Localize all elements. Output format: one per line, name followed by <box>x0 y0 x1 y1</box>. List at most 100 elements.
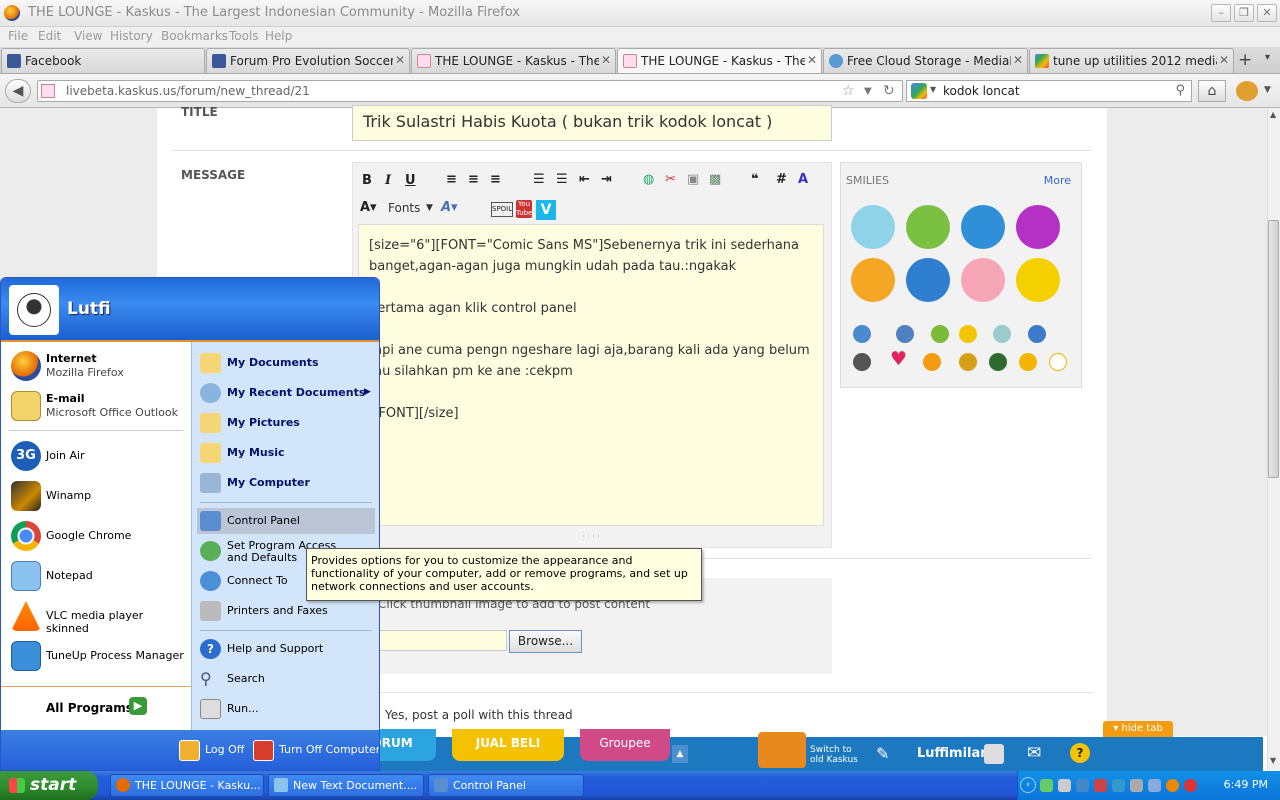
tab-facebook[interactable]: Facebook <box>1 48 205 73</box>
turn-off-button[interactable]: Turn Off Computer <box>253 740 379 761</box>
addon-monkey-icon[interactable] <box>1236 81 1258 101</box>
tab-pes-forum[interactable]: Forum Pro Evolution Soccer 6 ✕ <box>206 48 410 73</box>
tray-icon[interactable] <box>1166 779 1179 792</box>
join-air-item[interactable]: 3G Join Air <box>7 438 187 474</box>
smiley-icon[interactable] <box>851 205 895 249</box>
expand-up-icon[interactable]: ▲ <box>672 745 688 763</box>
resize-handle-icon[interactable]: · · · · <box>582 532 600 541</box>
clear-format-icon[interactable]: A <box>798 172 808 187</box>
font-size-icon[interactable]: A▾ <box>360 200 377 215</box>
code-hash-icon[interactable]: # <box>776 172 787 187</box>
upload-image-icon[interactable]: ▩ <box>709 172 721 187</box>
fonts-dropdown[interactable]: Fonts <box>388 201 420 215</box>
close-button[interactable]: ✕ <box>1257 4 1277 22</box>
align-left-icon[interactable]: ≡ <box>446 172 457 187</box>
smiley-icon[interactable] <box>1016 205 1060 249</box>
tab-tuneup-search[interactable]: tune up utilities 2012 mediafire ... ✕ <box>1029 48 1234 73</box>
control-panel-item[interactable]: Control Panel <box>197 508 375 534</box>
smiley-icon[interactable] <box>906 205 950 249</box>
small-smiley-icon[interactable] <box>896 325 914 343</box>
all-programs-button[interactable]: All Programs ▶ <box>1 686 191 730</box>
tray-icon[interactable] <box>1076 779 1089 792</box>
small-smiley-icon[interactable] <box>959 353 977 371</box>
small-smiley-icon[interactable] <box>1049 353 1067 371</box>
message-textarea[interactable]: [size="6"][FONT="Comic Sans MS"]Sebenern… <box>358 224 824 526</box>
taskbar-control-panel[interactable]: Control Panel <box>428 774 584 797</box>
reload-icon[interactable]: ↻ <box>883 83 895 99</box>
start-button[interactable]: start <box>0 771 98 800</box>
tuneup-item[interactable]: TuneUp Process Manager <box>7 638 187 674</box>
jual-beli-tab[interactable]: JUAL BELI <box>452 729 564 761</box>
tray-icon[interactable] <box>1148 779 1161 792</box>
small-smiley-icon[interactable] <box>959 325 977 343</box>
history-dropdown-icon[interactable]: ▼ <box>864 86 872 97</box>
user-settings-icon[interactable] <box>984 744 1004 764</box>
engine-dropdown-icon[interactable]: ▼ <box>930 85 936 94</box>
small-smiley-icon[interactable] <box>1019 353 1037 371</box>
addon-dropdown-icon[interactable]: ▼ <box>1264 85 1271 95</box>
menu-edit[interactable]: Edit <box>38 29 61 43</box>
smiley-icon[interactable] <box>1016 258 1060 302</box>
link-icon[interactable]: ◍ <box>643 172 654 187</box>
my-music-item[interactable]: My Music <box>197 440 375 466</box>
my-documents-item[interactable]: My Documents <box>197 350 375 376</box>
smiley-icon[interactable] <box>961 205 1005 249</box>
search-item[interactable]: ⚲ Search <box>197 666 375 692</box>
back-button[interactable]: ◀ <box>5 79 31 103</box>
tray-icon[interactable] <box>1112 779 1125 792</box>
close-tab-icon[interactable]: ✕ <box>395 53 405 67</box>
smilies-more-link[interactable]: More <box>1044 174 1071 187</box>
small-smiley-icon[interactable] <box>853 353 871 371</box>
hide-tab-button[interactable]: ▾ hide tab <box>1103 721 1173 737</box>
tray-expand-icon[interactable]: ‹ <box>1020 777 1036 793</box>
tray-icon[interactable] <box>1130 779 1143 792</box>
scroll-up-icon[interactable]: ▲ <box>1270 110 1276 119</box>
tab-lounge-2[interactable]: THE LOUNGE - Kaskus - The Lar... ✕ <box>617 48 822 73</box>
vlc-item[interactable]: VLC media player skinned <box>7 598 187 635</box>
numbered-list-icon[interactable]: ☰ <box>556 172 568 187</box>
new-tab-icon[interactable]: + <box>1238 50 1252 70</box>
switch-kaskus-icon[interactable] <box>758 732 806 768</box>
small-smiley-icon[interactable] <box>853 325 871 343</box>
tray-icon[interactable] <box>1058 779 1071 792</box>
smiley-icon[interactable] <box>906 258 950 302</box>
unlink-icon[interactable]: ✂ <box>665 172 676 187</box>
menu-file[interactable]: File <box>8 29 28 43</box>
maximize-button[interactable]: ❐ <box>1234 4 1254 22</box>
close-tab-icon[interactable]: ✕ <box>807 53 817 67</box>
notepad-item[interactable]: Notepad <box>7 558 187 594</box>
menu-history[interactable]: History <box>110 29 153 43</box>
username-link[interactable]: Luffimilan <box>917 746 990 761</box>
quote-icon[interactable]: ❝ <box>751 172 759 187</box>
help-support-item[interactable]: ? Help and Support <box>197 636 375 662</box>
menu-bookmarks[interactable]: Bookmarks <box>161 29 228 43</box>
small-smiley-icon[interactable] <box>993 325 1011 343</box>
small-smiley-icon[interactable] <box>989 353 1007 371</box>
insert-image-icon[interactable]: ▣ <box>687 172 699 187</box>
tray-icon[interactable] <box>1094 779 1107 792</box>
bookmark-star-icon[interactable]: ☆ <box>842 83 855 99</box>
mail-icon[interactable]: ✉ <box>1027 743 1041 763</box>
tray-icon[interactable] <box>1184 779 1197 792</box>
internet-item[interactable]: Internet Mozilla Firefox <box>7 348 187 384</box>
url-bar[interactable]: livebeta.kaskus.us/forum/new_thread/21 ☆… <box>37 80 903 102</box>
bullet-list-icon[interactable]: ☰ <box>533 172 545 187</box>
close-tab-icon[interactable]: ✕ <box>601 53 611 67</box>
switch-old-kaskus-link[interactable]: Switch to old Kaskus <box>810 745 860 765</box>
smiley-icon[interactable] <box>961 258 1005 302</box>
email-item[interactable]: E-mail Microsoft Office Outlook <box>7 388 187 424</box>
outdent-icon[interactable]: ⇤ <box>579 172 590 187</box>
taskbar-firefox[interactable]: THE LOUNGE - Kasku... <box>110 774 264 797</box>
italic-button[interactable]: I <box>385 173 391 188</box>
browse-button[interactable]: Browse... <box>509 630 582 653</box>
small-smiley-icon[interactable] <box>923 353 941 371</box>
scroll-down-icon[interactable]: ▼ <box>1270 756 1276 765</box>
font-color-icon[interactable]: A▾ <box>441 200 458 215</box>
small-smiley-icon[interactable] <box>1028 325 1046 343</box>
youtube-icon[interactable]: You Tube <box>516 200 532 218</box>
my-computer-item[interactable]: My Computer <box>197 470 375 496</box>
home-button[interactable]: ⌂ <box>1198 80 1226 102</box>
printers-faxes-item[interactable]: Printers and Faxes <box>197 598 375 624</box>
title-input[interactable]: Trik Sulastri Habis Kuota ( bukan trik k… <box>352 105 832 141</box>
notes-icon[interactable]: ✎ <box>876 744 896 764</box>
